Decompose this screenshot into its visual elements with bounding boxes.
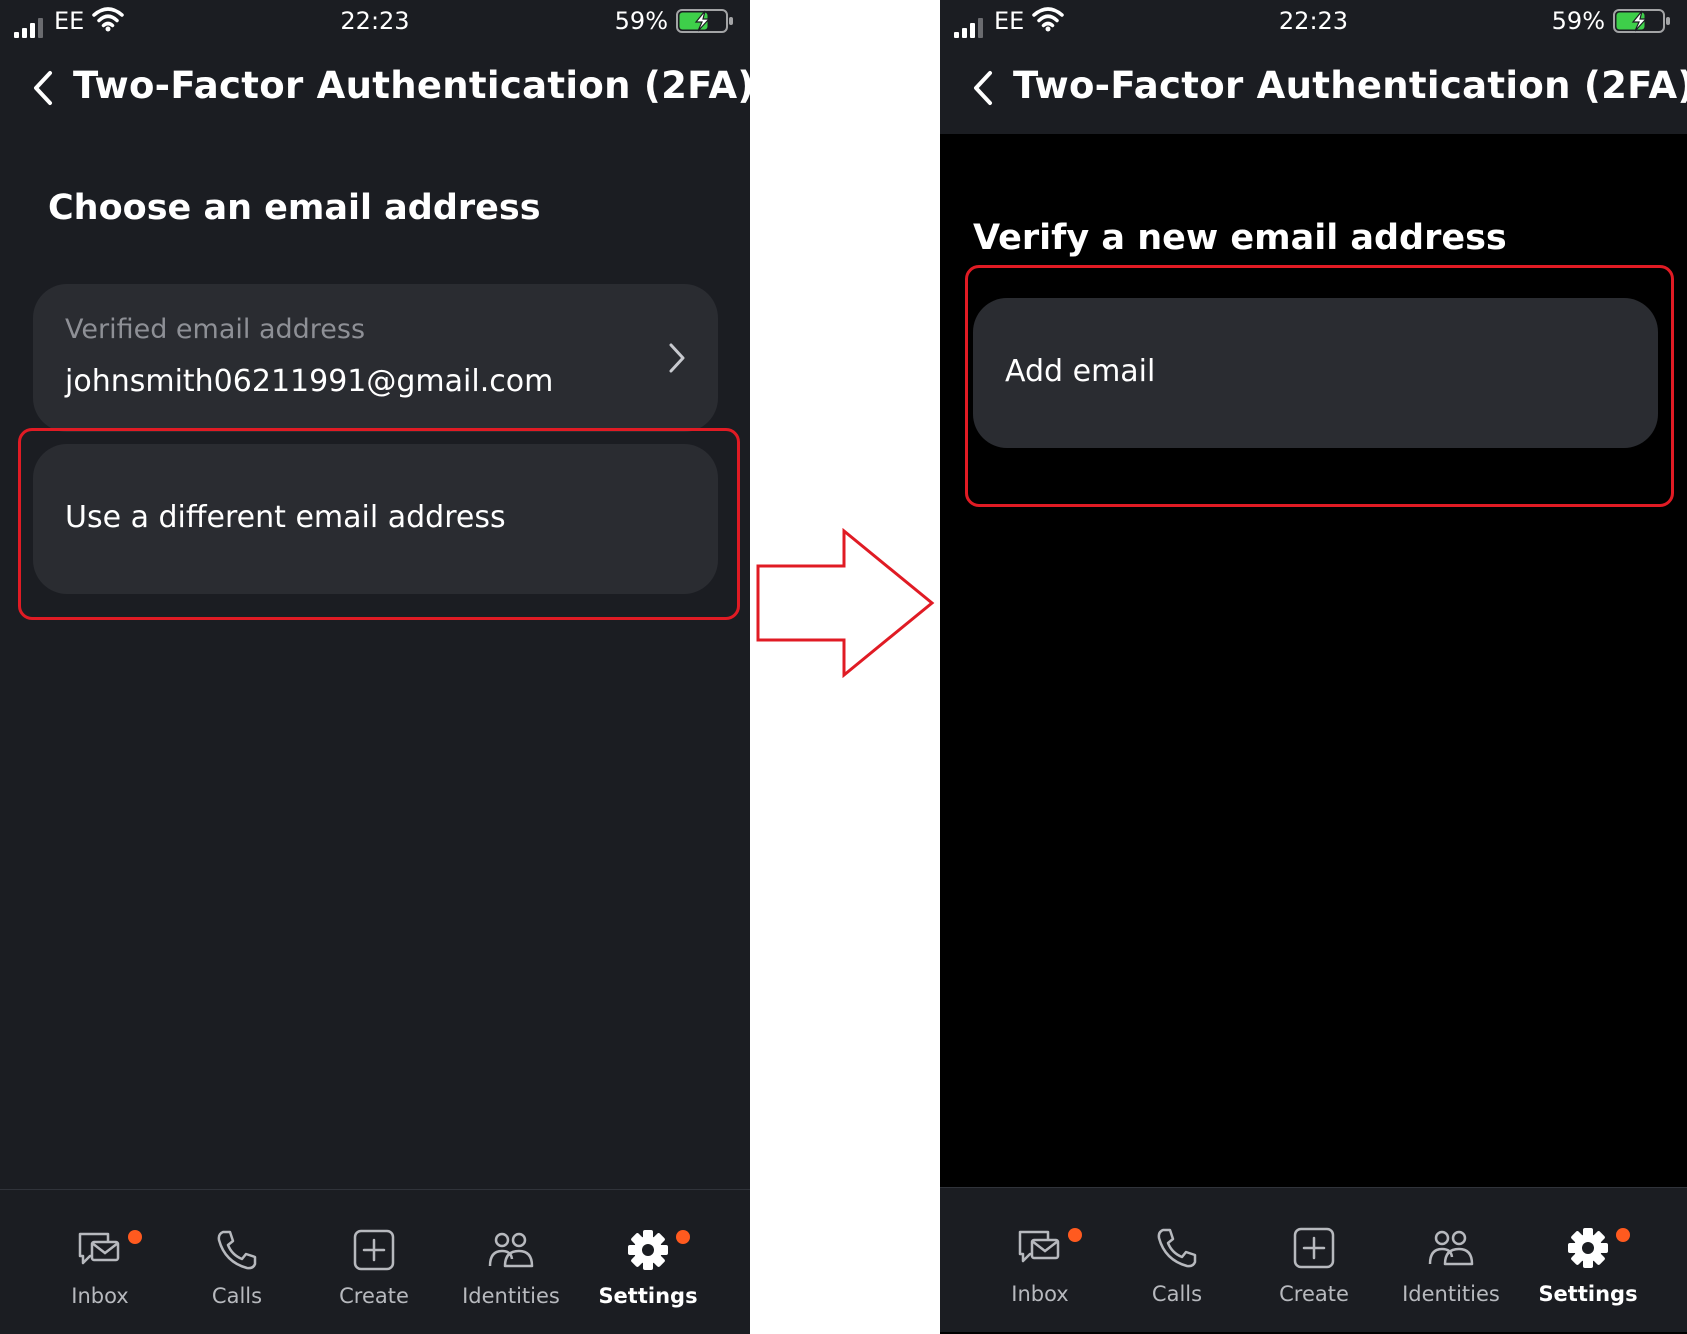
tab-create[interactable]: Create — [314, 1190, 434, 1334]
tab-settings[interactable]: Settings — [588, 1190, 708, 1334]
tab-create[interactable]: Create — [1254, 1188, 1374, 1332]
tab-calls[interactable]: Calls — [1117, 1188, 1237, 1332]
verified-email-label: Verified email address — [65, 314, 366, 345]
battery-percent: 59% — [1551, 7, 1605, 35]
gear-icon — [628, 1230, 668, 1270]
page-title: Two-Factor Authentication (2FA) — [73, 64, 750, 107]
tab-label: Identities — [1402, 1282, 1500, 1306]
tab-label: Create — [339, 1284, 409, 1308]
bottom-tab-bar: Inbox Calls Create Identities Settings — [0, 1189, 750, 1334]
status-bar: EE 22:23 59% — [0, 0, 750, 44]
inbox-notification-dot — [1068, 1228, 1082, 1242]
inbox-icon — [78, 1232, 120, 1265]
tab-label: Inbox — [71, 1284, 129, 1308]
back-chevron-icon[interactable] — [30, 70, 56, 106]
tab-label: Settings — [1538, 1282, 1638, 1306]
tab-label: Calls — [211, 1284, 263, 1308]
highlight-box — [18, 428, 740, 620]
tab-identities[interactable]: Identities — [451, 1190, 571, 1334]
plus-square-icon — [353, 1229, 395, 1271]
inbox-notification-dot — [128, 1230, 142, 1244]
settings-notification-dot — [1616, 1228, 1630, 1242]
tab-label: Calls — [1151, 1282, 1203, 1306]
settings-notification-dot — [676, 1230, 690, 1244]
nav-header: Two-Factor Authentication (2FA) — [0, 44, 750, 134]
tab-label: Inbox — [1011, 1282, 1069, 1306]
bottom-tab-bar: Inbox Calls Create Identities Settings — [940, 1187, 1687, 1332]
chevron-right-icon — [669, 343, 685, 373]
arrow-right-icon — [756, 528, 935, 678]
back-chevron-icon[interactable] — [970, 70, 996, 106]
highlight-box — [965, 265, 1674, 507]
battery-percent: 59% — [614, 7, 668, 35]
tab-calls[interactable]: Calls — [177, 1190, 297, 1334]
nav-header: Two-Factor Authentication (2FA) — [940, 44, 1687, 134]
page-title: Two-Factor Authentication (2FA) — [1013, 64, 1687, 107]
tab-settings[interactable]: Settings — [1528, 1188, 1648, 1332]
inbox-icon — [1018, 1230, 1060, 1263]
plus-square-icon — [1293, 1227, 1335, 1269]
gear-icon — [1568, 1228, 1608, 1268]
status-bar: EE 22:23 59% — [940, 0, 1687, 44]
verified-email-card[interactable]: Verified email address johnsmith06211991… — [33, 284, 718, 432]
tab-identities[interactable]: Identities — [1391, 1188, 1511, 1332]
right-phone-screen: EE 22:23 59% Two-Factor Authentication (… — [940, 0, 1687, 1334]
phone-icon — [217, 1230, 257, 1270]
phone-icon — [1157, 1228, 1197, 1268]
tab-inbox[interactable]: Inbox — [40, 1190, 160, 1334]
battery-charging-icon — [676, 9, 733, 33]
verified-email-value: johnsmith06211991@gmail.com — [65, 364, 554, 399]
tab-label: Identities — [462, 1284, 560, 1308]
tab-label: Settings — [598, 1284, 698, 1308]
section-title: Verify a new email address — [973, 218, 1507, 258]
tab-inbox[interactable]: Inbox — [980, 1188, 1100, 1332]
section-title: Choose an email address — [48, 188, 541, 228]
people-icon — [1428, 1230, 1474, 1266]
people-icon — [488, 1232, 534, 1268]
left-phone-screen: EE 22:23 59% Two-Factor Authentication (… — [0, 0, 750, 1334]
tab-label: Create — [1279, 1282, 1349, 1306]
battery-charging-icon — [1613, 9, 1670, 33]
